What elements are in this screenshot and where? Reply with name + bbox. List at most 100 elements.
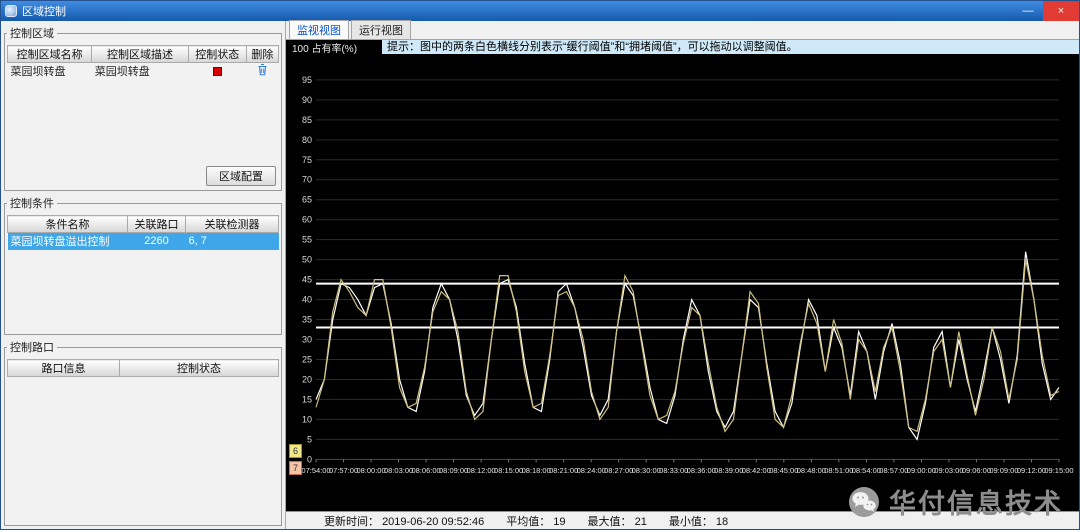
titlebar: 区域控制 — × — [1, 1, 1079, 21]
y-tick-label: 80 — [302, 135, 312, 145]
x-tick-label: 08:24:00 — [577, 466, 606, 475]
y-tick-label: 85 — [302, 115, 312, 125]
tab-monitor-view[interactable]: 监视视图 — [289, 20, 349, 39]
update-time-value: 2019-06-20 09:52:46 — [382, 515, 485, 528]
update-time-label: 更新时间： — [324, 515, 383, 528]
x-tick-label: 08:21:00 — [549, 466, 578, 475]
x-tick-label: 09:06:00 — [962, 466, 991, 475]
x-tick-label: 08:51:00 — [824, 466, 853, 475]
y-tick-label: 75 — [302, 155, 312, 165]
x-tick-label: 08:12:00 — [467, 466, 496, 475]
x-tick-label: 09:03:00 — [934, 466, 963, 475]
y-axis-top-label: 100 占有率(%) — [286, 40, 382, 55]
control-junction-table: 路口信息 控制状态 — [7, 359, 279, 377]
junction-col-header: 路口信息 — [7, 359, 120, 377]
region-row[interactable]: 菜园坝转盘 菜园坝转盘 — [8, 63, 279, 80]
x-tick-label: 08:03:00 — [384, 466, 413, 475]
detector-7-badge[interactable]: 7 — [289, 461, 302, 475]
min-value: 最小值： 18 — [669, 513, 728, 529]
average-number: 19 — [553, 515, 566, 528]
x-tick-label: 08:18:00 — [522, 466, 551, 475]
y-tick-label: 15 — [302, 394, 312, 404]
close-button[interactable]: × — [1043, 1, 1079, 21]
series-line-检测器7 — [315, 259, 1060, 433]
app-icon — [5, 5, 17, 17]
region-col-header: 控制区域名称 — [6, 45, 93, 63]
x-tick-label: 08:15:00 — [494, 466, 523, 475]
wechat-logo-icon — [849, 486, 879, 517]
max-value: 最大值： 21 — [588, 513, 647, 529]
condition-row[interactable]: 菜园坝转盘溢出控制 2260 6, 7 — [7, 232, 279, 250]
condition-col-header: 关联检测器 — [185, 215, 279, 233]
watermark-text: 华付信息技术 — [889, 489, 1063, 519]
y-tick-label: 35 — [302, 315, 312, 325]
region-col-header: 控制状态 — [187, 45, 247, 63]
x-tick-label: 08:06:00 — [412, 466, 441, 475]
control-condition-table: 条件名称 关联路口 关联检测器 菜园坝转盘溢出控制 2260 6, 7 — [7, 215, 279, 250]
minimize-button[interactable]: — — [1013, 1, 1043, 21]
x-tick-label: 08:33:00 — [659, 466, 688, 475]
x-tick-label: 08:39:00 — [714, 466, 743, 475]
control-region-legend: 控制区域 — [10, 28, 54, 40]
x-tick-label: 07:54:00 — [301, 466, 330, 475]
max-number: 21 — [634, 515, 647, 528]
condition-col-header: 条件名称 — [7, 215, 128, 233]
x-tick-label: 09:09:00 — [989, 466, 1018, 475]
x-tick-label: 09:15:00 — [1044, 466, 1073, 475]
x-tick-label: 08:45:00 — [769, 466, 798, 475]
x-tick-label: 08:57:00 — [879, 466, 908, 475]
x-tick-label: 08:42:00 — [742, 466, 771, 475]
y-tick-label: 50 — [302, 255, 312, 265]
x-tick-label: 08:00:00 — [356, 466, 385, 475]
x-tick-label: 07:57:00 — [329, 466, 358, 475]
average-label: 平均值： — [506, 515, 554, 528]
control-condition-legend: 控制条件 — [10, 198, 54, 210]
x-tick-label: 08:27:00 — [604, 466, 633, 475]
y-tick-label: 45 — [302, 275, 312, 285]
x-tick-label: 08:30:00 — [632, 466, 661, 475]
x-tick-label: 09:12:00 — [1017, 466, 1046, 475]
y-tick-label: 90 — [302, 95, 312, 105]
condition-detectors: 6, 7 — [185, 232, 279, 250]
y-top-tick: 100 — [292, 43, 309, 55]
region-config-button[interactable]: 区域配置 — [206, 166, 276, 186]
chart-area: 100 占有率(%) 提示：图中的两条白色横线分别表示“缓行阈值”和“拥堵阈值”… — [286, 39, 1079, 529]
control-condition-group: 控制条件 条件名称 关联路口 关联检测器 菜园坝转盘溢出控制 2260 6, 7 — [4, 195, 282, 335]
x-tick-label: 08:09:00 — [439, 466, 468, 475]
tab-run-view[interactable]: 运行视图 — [351, 20, 411, 39]
region-col-header: 删除 — [245, 45, 280, 63]
y-tick-label: 5 — [307, 434, 312, 444]
control-status-icon[interactable] — [212, 66, 222, 76]
region-col-header: 控制区域描述 — [91, 45, 189, 63]
y-tick-label: 40 — [302, 295, 312, 305]
control-region-table: 控制区域名称 控制区域描述 控制状态 删除 菜园坝转盘 菜园坝转盘 — [6, 45, 280, 80]
y-tick-label: 20 — [302, 374, 312, 384]
watermark: 华付信息技术 — [847, 482, 1063, 521]
condition-junction: 2260 — [127, 232, 186, 250]
region-desc: 菜园坝转盘 — [94, 66, 150, 79]
update-time: 更新时间： 2019-06-20 09:52:46 — [324, 513, 484, 529]
junction-col-header: 控制状态 — [119, 359, 279, 377]
right-panel: 监视视图 运行视图 100 占有率(%) 提示：图中的两条白色横线分别表示“缓行阈… — [286, 20, 1079, 529]
region-name: 菜园坝转盘 — [10, 66, 66, 79]
average-value: 平均值： 19 — [506, 513, 565, 529]
y-tick-label: 55 — [302, 235, 312, 245]
condition-name: 菜园坝转盘溢出控制 — [7, 232, 128, 250]
y-tick-label: 60 — [302, 215, 312, 225]
threshold-hint: 提示：图中的两条白色横线分别表示“缓行阈值”和“拥堵阈值”，可以拖动以调整阈值。 — [382, 40, 1079, 54]
app-window: 区域控制 — × 控制区域 控制区域名称 控制区域描述 控制状态 删除 菜园坝转盘 菜园… — [0, 0, 1080, 530]
y-tick-label: 30 — [302, 335, 312, 345]
x-tick-label: 08:36:00 — [687, 466, 716, 475]
y-tick-label: 70 — [302, 175, 312, 185]
max-label: 最大值： — [587, 515, 635, 528]
x-tick-label: 09:00:00 — [907, 466, 936, 475]
y-tick-label: 0 — [307, 454, 312, 464]
delete-trash-icon[interactable] — [257, 63, 268, 76]
detector-6-badge[interactable]: 6 — [289, 444, 302, 458]
control-junction-group: 控制路口 路口信息 控制状态 — [4, 339, 282, 526]
x-tick-label: 08:54:00 — [852, 466, 881, 475]
y-tick-label: 65 — [302, 195, 312, 205]
x-tick-label: 08:48:00 — [797, 466, 826, 475]
y-tick-label: 25 — [302, 355, 312, 365]
occupancy-chart: 0 5 10 15 20 25 30 35 40 45 50 55 60 65 70 75 80 85 90 95 07… — [301, 75, 1073, 475]
